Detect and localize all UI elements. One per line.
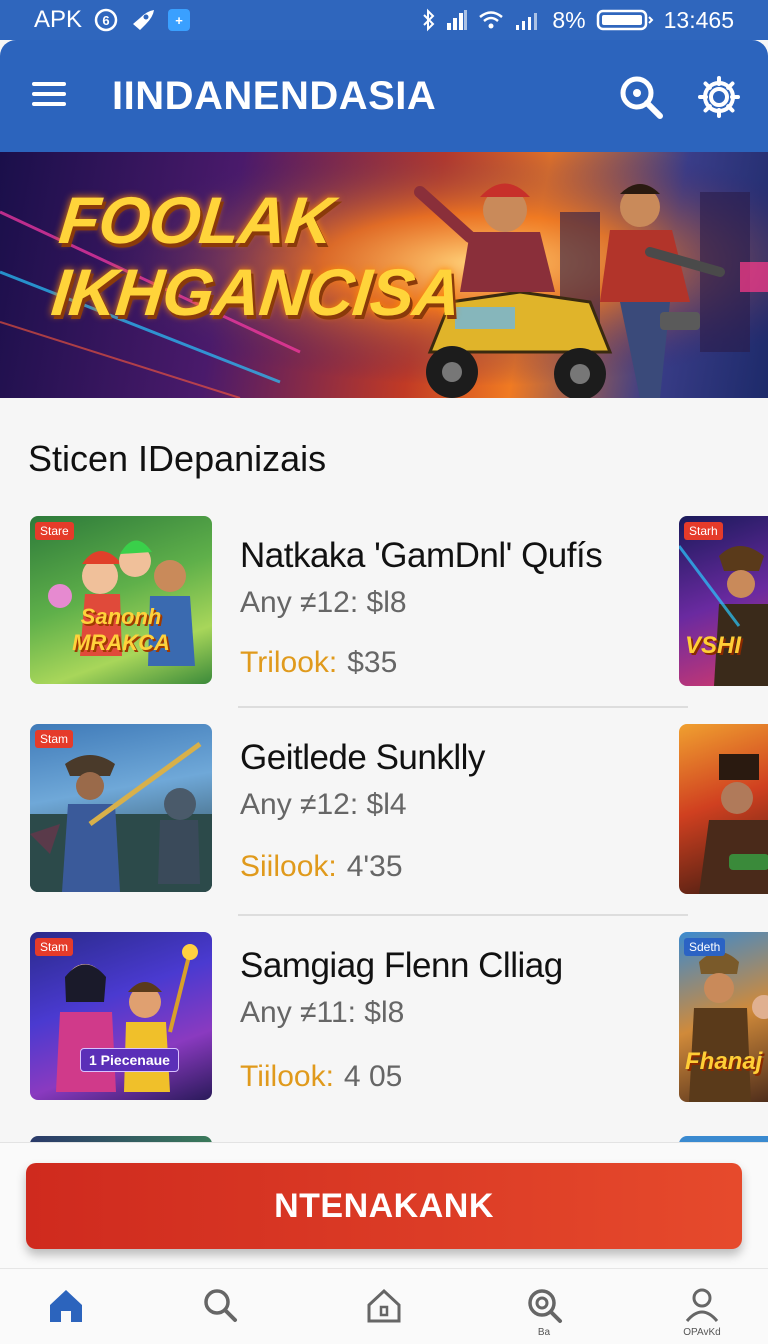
rocket-icon: [130, 8, 156, 32]
battery-percent: 8%: [552, 6, 586, 33]
side-thumbnail-caption: VSHI: [685, 632, 742, 659]
nav-profile-label: OPAvKd: [683, 1327, 721, 1338]
banner-headline-line2: IKHGANCISA: [48, 255, 465, 329]
house-outline-icon: [367, 1288, 401, 1323]
divider: [238, 706, 688, 708]
side-thumbnail-art: [689, 952, 768, 1102]
nav-search[interactable]: [190, 1285, 250, 1344]
status-bar: APK 6 + 8% 13:465: [0, 0, 768, 40]
nav-discover-label: Ba: [537, 1327, 551, 1338]
thumbnail-tag: Stam: [35, 938, 74, 956]
section-title: Sticen IDepanizais: [28, 438, 327, 479]
game-thumbnail: Stam 1 Piecenaue: [30, 932, 212, 1100]
thumbnail-tag: Stam: [35, 730, 74, 748]
nav-home[interactable]: [36, 1285, 96, 1344]
app-title: IINDANENDASIA: [112, 74, 437, 118]
profile-icon: [685, 1288, 719, 1322]
side-thumbnail-tag: Starh: [684, 522, 723, 540]
thumbnail-art: [48, 540, 195, 666]
price-value: $35: [347, 646, 398, 679]
item-subtitle: Any ≠12: $l4: [240, 788, 407, 821]
item-subtitle: Any ≠11: $l8: [240, 996, 405, 1029]
thumbnail-art: [30, 741, 212, 892]
side-thumbnail-tag: Sdeth: [684, 938, 726, 956]
thumbnail-caption: Sanonh MRAKCA: [72, 604, 170, 655]
nav-profile[interactable]: OPAvKd: [672, 1285, 732, 1344]
battery-icon: [596, 8, 654, 32]
thumbnail-art: [56, 944, 198, 1092]
thumbnail-tag: Stare: [35, 522, 74, 540]
carrier-label: APK: [34, 6, 83, 33]
side-thumbnail-art: [699, 754, 768, 894]
side-thumbnail[interactable]: Starh VSHI: [679, 516, 768, 686]
price-label: Siilook:: [240, 850, 337, 883]
bottom-navigation: Ba OPAvKd: [0, 1268, 768, 1344]
side-thumbnail[interactable]: [679, 724, 768, 894]
game-thumbnail: Stam: [30, 724, 212, 892]
item-price: Siilook: 4'35: [240, 850, 403, 884]
signal-icon: [446, 9, 468, 31]
item-subtitle: Any ≠12: $l8: [240, 586, 407, 619]
game-thumbnail: Stare Sanonh MRAKCA: [30, 516, 212, 684]
thumbnail-pill: 1 Piecenaue: [80, 1048, 179, 1072]
price-value: 4'35: [346, 850, 403, 883]
nav-discover[interactable]: Ba: [514, 1285, 574, 1344]
bluetooth-icon: [422, 8, 436, 32]
cta-container: NTENAKANK: [0, 1142, 768, 1268]
wifi-icon: [478, 9, 504, 31]
list-item[interactable]: Stam 1 Piecenaue Samgiag Flenn Clliag An…: [0, 932, 768, 1104]
item-price: Trilook: $35: [240, 646, 397, 680]
item-price: Tiilook: 4 05: [240, 1060, 402, 1094]
search-icon[interactable]: [616, 72, 668, 124]
svg-text:6: 6: [102, 13, 109, 28]
list-item[interactable]: Stam Geitlede Sunklly Any ≠12: $l4 Siilo…: [0, 724, 768, 896]
banner-headline-line1: FOOLAK: [55, 183, 337, 257]
alert-icon: 6: [94, 8, 118, 32]
app-notification-icon: +: [168, 9, 191, 31]
banner-headline: FOOLAK IKHGANCISA: [48, 183, 471, 329]
side-thumbnail[interactable]: Sdeth Fhanaj: [679, 932, 768, 1102]
item-title: Samgiag Flenn Clliag: [240, 946, 563, 985]
nav-library[interactable]: [354, 1285, 414, 1344]
promo-banner[interactable]: FOOLAK IKHGANCISA: [0, 152, 768, 398]
item-title: Geitlede Sunklly: [240, 738, 485, 777]
divider: [238, 914, 688, 916]
price-label: Trilook:: [240, 646, 338, 679]
home-icon: [50, 1290, 82, 1322]
cell-signal-icon: [514, 9, 542, 31]
clock: 13:465: [663, 6, 734, 33]
search-icon: [204, 1289, 237, 1322]
side-thumbnail-caption: Fhanaj: [685, 1048, 763, 1075]
app-bar: IINDANENDASIA: [0, 40, 768, 152]
settings-gear-icon[interactable]: [696, 74, 742, 120]
zoom-icon: [528, 1289, 562, 1323]
price-label: Tiilook:: [240, 1060, 334, 1093]
item-title: Natkaka 'GamDnl' Qufís: [240, 536, 603, 575]
hamburger-menu-icon[interactable]: [30, 78, 70, 112]
price-value: 4 05: [343, 1060, 403, 1093]
list-item[interactable]: Stare Sanonh MRAKCA Natkaka 'GamDnl' Quf…: [0, 516, 768, 688]
primary-cta-button[interactable]: NTENAKANK: [26, 1163, 742, 1249]
side-thumbnail-art: [679, 545, 768, 686]
app-screen: APK 6 + 8% 13:465 IINDANENDASIA FOOLAK I…: [0, 0, 768, 1344]
